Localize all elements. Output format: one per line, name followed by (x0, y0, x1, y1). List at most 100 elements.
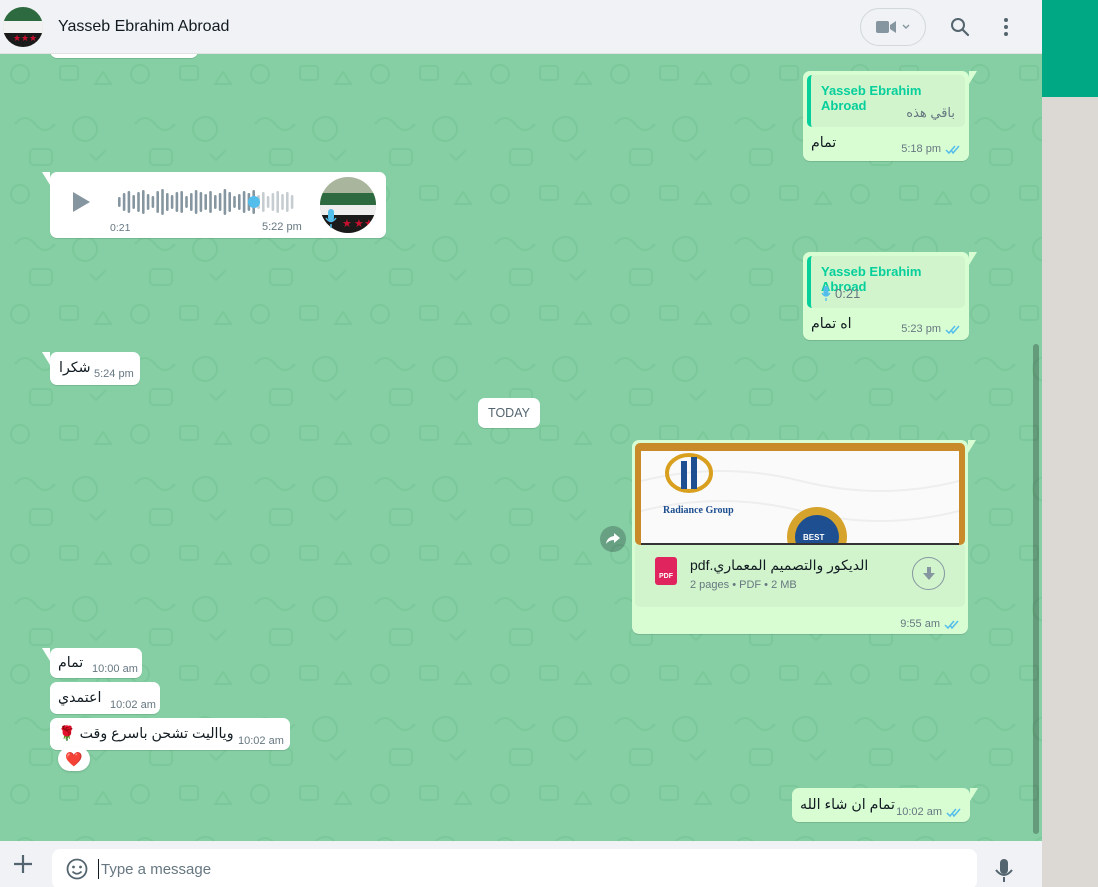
waveform-bar (190, 193, 193, 211)
waveform-bar (228, 192, 231, 212)
message-text: شكرا (59, 360, 91, 376)
double-check-icon (945, 325, 960, 335)
voice-message-bubble[interactable]: 0:21 5:22 pm ★ ★ ★ (42, 172, 386, 238)
message-bubble-outgoing[interactable]: تمام ان شاء الله 10:02 am (792, 788, 978, 822)
waveform-bar (137, 192, 140, 212)
message-text: اعتمدي (58, 690, 102, 706)
waveform-bar (290, 195, 294, 209)
message-input[interactable] (101, 860, 921, 878)
chevron-down-icon (902, 24, 910, 29)
message-input-wrapper[interactable] (52, 849, 977, 887)
menu-icon (1004, 17, 1008, 36)
waveform-bar (242, 191, 246, 213)
message-bubble-incoming[interactable]: شكرا 5:24 pm (42, 352, 140, 385)
waveform-bar (146, 194, 150, 210)
svg-text:★: ★ (29, 33, 37, 43)
waveform-bar (262, 192, 265, 212)
chat-header: ★ ★ ★ Yasseb Ebrahim Abroad (0, 0, 1042, 54)
waveform-bar (271, 193, 275, 211)
message-time: 5:18 pm (901, 143, 941, 155)
message-text: تمام (811, 135, 837, 151)
contact-name[interactable]: Yasseb Ebrahim Abroad (58, 18, 229, 36)
pdf-icon: PDF (655, 557, 677, 585)
message-text: اه تمام (811, 316, 852, 332)
download-button[interactable] (912, 557, 945, 590)
side-panel (1042, 97, 1098, 887)
waveform-bar (161, 189, 164, 215)
playback-position-handle[interactable] (248, 196, 260, 208)
quoted-text: باقي هذه (906, 105, 955, 120)
preview-brand: Radiance Group (663, 505, 734, 516)
waveform-bar (175, 192, 179, 212)
play-icon[interactable] (70, 191, 92, 213)
message-text: ويااليت تشحن باسرع وقت 🌹 (58, 726, 234, 742)
waveform-bar (132, 195, 135, 209)
contact-avatar[interactable]: ★ ★ ★ (3, 6, 43, 47)
double-check-icon (945, 145, 960, 155)
waveform-bar (233, 196, 236, 208)
waveform-bar (185, 196, 188, 208)
mic-icon (995, 859, 1013, 882)
quoted-message[interactable]: Yasseb Ebrahim Abroad باقي هذه (807, 75, 965, 127)
message-bubble-incoming[interactable]: اعتمدي 10:02 am (50, 682, 160, 714)
voice-waveform[interactable] (118, 186, 298, 218)
waveform-bar (170, 195, 174, 209)
quoted-voice-duration: 0:21 (835, 286, 861, 301)
video-call-button[interactable] (860, 7, 926, 46)
waveform-bar (166, 193, 169, 211)
waveform-bar (209, 191, 212, 213)
waveform-bar (122, 193, 126, 211)
message-composer (0, 841, 1042, 887)
preview-badge: BEST (803, 533, 825, 542)
message-time: 5:22 pm (262, 221, 302, 233)
document-preview[interactable]: Radiance Group BEST (635, 443, 965, 545)
double-check-icon (944, 620, 959, 630)
document-message-bubble[interactable]: Radiance Group BEST PDF الديكور والتصميم… (632, 440, 976, 634)
message-bubble-partial (50, 54, 198, 58)
svg-text:★: ★ (13, 33, 21, 43)
voice-record-button[interactable] (992, 858, 1016, 884)
waveform-bar (118, 197, 121, 207)
waveform-bar (204, 194, 207, 210)
voice-duration: 0:21 (110, 222, 131, 234)
waveform-bar (238, 194, 241, 210)
waveform-bar (194, 190, 198, 214)
message-text: تمام ان شاء الله (800, 797, 895, 813)
search-icon (951, 17, 970, 36)
quoted-message[interactable]: Yasseb Ebrahim Abroad 0:21 (807, 256, 965, 308)
attach-button[interactable] (8, 849, 38, 879)
search-button[interactable] (948, 15, 972, 39)
waveform-bar (142, 190, 145, 214)
message-bubble-outgoing[interactable]: Yasseb Ebrahim Abroad باقي هذه تمام 5:18… (803, 71, 977, 161)
message-bubble-incoming[interactable]: ويااليت تشحن باسرع وقت 🌹 10:02 am (50, 718, 290, 750)
document-preview-image (641, 453, 959, 545)
plus-icon (14, 855, 32, 873)
waveform-bar (223, 189, 227, 215)
waveform-bar (127, 191, 131, 213)
emoji-icon (66, 858, 88, 880)
waveform-bar (218, 193, 222, 211)
document-file-name: الديكور والتصميم المعماري.pdf (690, 557, 869, 573)
chat-scrollbar[interactable] (1033, 344, 1039, 834)
message-list[interactable]: Yasseb Ebrahim Abroad باقي هذه تمام 5:18… (0, 54, 1042, 841)
text-caret (98, 859, 99, 879)
waveform-bar (199, 192, 203, 212)
forward-icon (606, 533, 620, 544)
message-time: 5:24 pm (94, 368, 134, 380)
waveform-bar (281, 194, 284, 210)
waveform-bar (156, 191, 159, 213)
message-bubble-incoming[interactable]: تمام 10:00 am (42, 648, 142, 678)
forward-button[interactable] (600, 526, 626, 552)
emoji-button[interactable] (64, 856, 90, 882)
date-divider: TODAY (478, 398, 540, 428)
mic-icon (325, 209, 337, 228)
message-text: تمام (58, 655, 84, 671)
message-bubble-outgoing[interactable]: Yasseb Ebrahim Abroad 0:21 اه تمام 5:23 … (803, 252, 977, 340)
waveform-bar (286, 192, 289, 212)
message-time: 10:02 am (238, 735, 284, 747)
mic-icon (821, 286, 831, 301)
document-info[interactable]: PDF الديكور والتصميم المعماري.pdf 2 page… (635, 545, 965, 607)
message-reaction[interactable]: ❤️ (58, 747, 90, 771)
menu-button[interactable] (994, 15, 1018, 39)
svg-text:★: ★ (21, 33, 29, 43)
